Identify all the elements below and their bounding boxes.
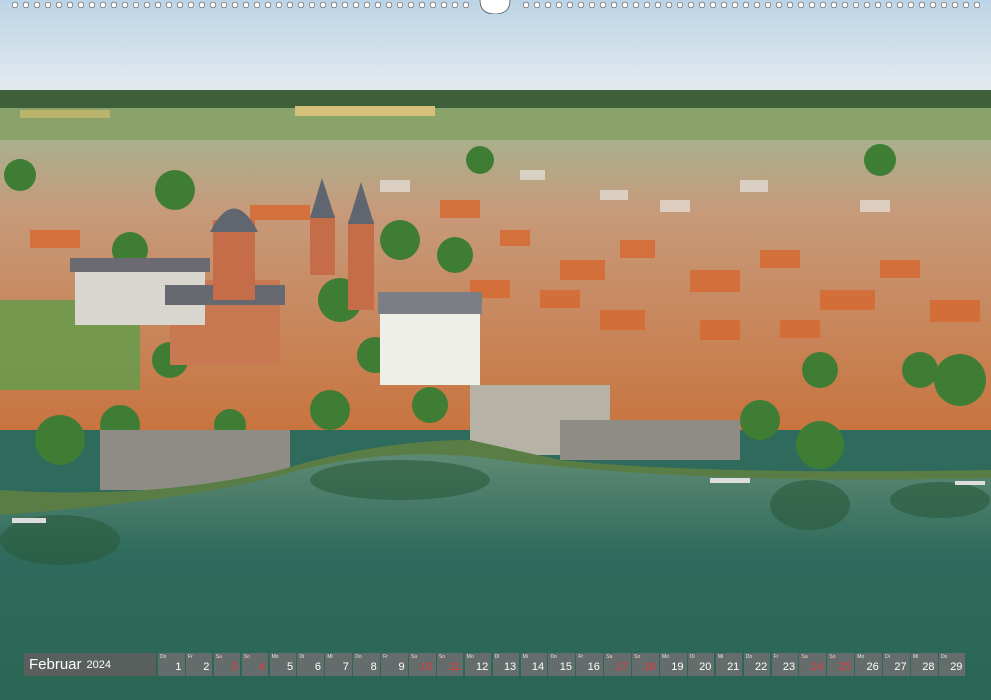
month-name: Februar <box>29 656 82 673</box>
day-number: 18 <box>643 661 656 673</box>
day-number: 16 <box>587 661 600 673</box>
day-number: 19 <box>671 661 684 673</box>
weekday-label: Di <box>494 654 500 660</box>
weekday-label: Mo <box>466 654 474 660</box>
weekday-label: Do <box>160 654 167 660</box>
day-number: 5 <box>286 661 294 673</box>
day-number: 12 <box>476 661 489 673</box>
day-number: 2 <box>203 661 210 673</box>
weekday-label: Do <box>550 654 557 660</box>
month-label: Februar 2024 <box>24 653 156 676</box>
weekday-label: Mi <box>522 654 528 660</box>
day-cell: Fr 9 <box>381 653 408 676</box>
day-cell: Di 6 <box>297 653 324 676</box>
weekday-label: Do <box>940 654 948 660</box>
day-number: 14 <box>531 661 545 673</box>
day-number: 15 <box>559 661 572 673</box>
weekday-label: Mo <box>662 654 669 660</box>
day-number: 27 <box>894 661 907 673</box>
day-number: 20 <box>699 661 712 673</box>
day-number: 22 <box>754 661 768 673</box>
weekday-label: Fr <box>578 654 584 660</box>
parking-right <box>560 420 740 460</box>
day-cell: Mo 12 <box>464 653 492 676</box>
weekday-label: Di <box>885 654 890 660</box>
day-cell: Sa 24 <box>799 653 826 676</box>
day-cell: Mi 14 <box>520 653 548 676</box>
day-cell: Di 20 <box>687 653 715 676</box>
day-number: 4 <box>259 661 266 673</box>
day-cell: Do 1 <box>158 653 185 676</box>
day-cell: Fr 16 <box>576 653 603 676</box>
day-cell: Mi 28 <box>911 653 938 676</box>
weekday-label: Mi <box>913 654 919 660</box>
day-number: 17 <box>615 661 628 673</box>
day-cell: Di 13 <box>492 653 520 676</box>
day-cell: So 25 <box>827 653 854 676</box>
day-number: 1 <box>175 661 182 673</box>
day-number: 26 <box>866 661 879 673</box>
day-cell: Mo 5 <box>269 653 297 676</box>
day-number: 24 <box>810 661 823 673</box>
day-number: 6 <box>314 661 321 673</box>
day-number: 29 <box>950 661 963 673</box>
day-cell: Fr 23 <box>771 653 799 676</box>
year: 2024 <box>86 658 112 671</box>
day-number: 10 <box>420 661 433 673</box>
hanger-hook <box>479 0 511 14</box>
weekday-label: Sa <box>411 654 418 660</box>
weekday-label: Di <box>689 654 695 660</box>
day-cell: Do 8 <box>353 653 380 676</box>
weekday-label: Fr <box>383 654 388 660</box>
day-number: 3 <box>231 661 238 673</box>
spiral-binding <box>11 0 981 14</box>
weekday-label: Mo <box>271 654 279 660</box>
day-number: 8 <box>370 661 377 673</box>
weekday-label: Mi <box>327 654 333 660</box>
weekday-label: So <box>829 654 836 660</box>
day-number: 25 <box>838 661 851 673</box>
day-number: 28 <box>922 661 935 673</box>
weekday-label: Mo <box>857 654 865 660</box>
weekday-label: So <box>634 654 641 660</box>
aerial-town-photo <box>0 0 991 700</box>
day-cell: Sa 10 <box>409 653 436 676</box>
weekday-label: So <box>243 654 250 660</box>
day-cell: Fr 2 <box>185 653 213 676</box>
weekday-label: Fr <box>773 654 779 660</box>
weekday-label: Mi <box>717 654 724 660</box>
weekday-label: Sa <box>801 654 808 660</box>
day-cell: Do 22 <box>743 653 771 676</box>
day-number: 13 <box>503 661 517 673</box>
day-cells: Do 1 Fr 2 Sa 3 So 4 Mo 5 Di 6 Mi 7 Do 8 Fr 9 Sa 10 So 11 Mo 12 D… <box>158 653 967 676</box>
day-cell: Mo 19 <box>660 653 687 676</box>
day-number: 7 <box>342 661 349 673</box>
day-number: 23 <box>782 661 796 673</box>
weekday-label: Do <box>355 654 362 660</box>
day-cell: So 18 <box>632 653 659 676</box>
weekday-label: Do <box>745 654 753 660</box>
day-cell: Mi 21 <box>715 653 743 676</box>
weekday-label: Di <box>299 654 305 660</box>
sky <box>0 0 991 95</box>
day-cell: Sa 17 <box>604 653 631 676</box>
day-cell: So 11 <box>436 653 464 676</box>
day-number: 21 <box>727 661 740 673</box>
weekday-label: So <box>438 654 446 660</box>
weekday-label: Fr <box>187 654 193 660</box>
day-number: 11 <box>448 661 461 673</box>
day-cell: Mi 7 <box>325 653 352 676</box>
weekday-label: Sa <box>606 654 613 660</box>
day-cell: So 4 <box>241 653 269 676</box>
day-cell: Sa 3 <box>213 653 241 676</box>
day-cell: Do 15 <box>548 653 575 676</box>
calendar-bar: Februar 2024 Do 1 Fr 2 Sa 3 So 4 Mo 5 Di 6 Mi 7 Do 8 Fr 9… <box>24 653 967 676</box>
day-cell: Mo 26 <box>855 653 882 676</box>
weekday-label: Sa <box>215 654 222 660</box>
day-cell: Di 27 <box>883 653 910 676</box>
day-number: 9 <box>398 661 405 673</box>
day-cell: Do 29 <box>938 653 966 676</box>
